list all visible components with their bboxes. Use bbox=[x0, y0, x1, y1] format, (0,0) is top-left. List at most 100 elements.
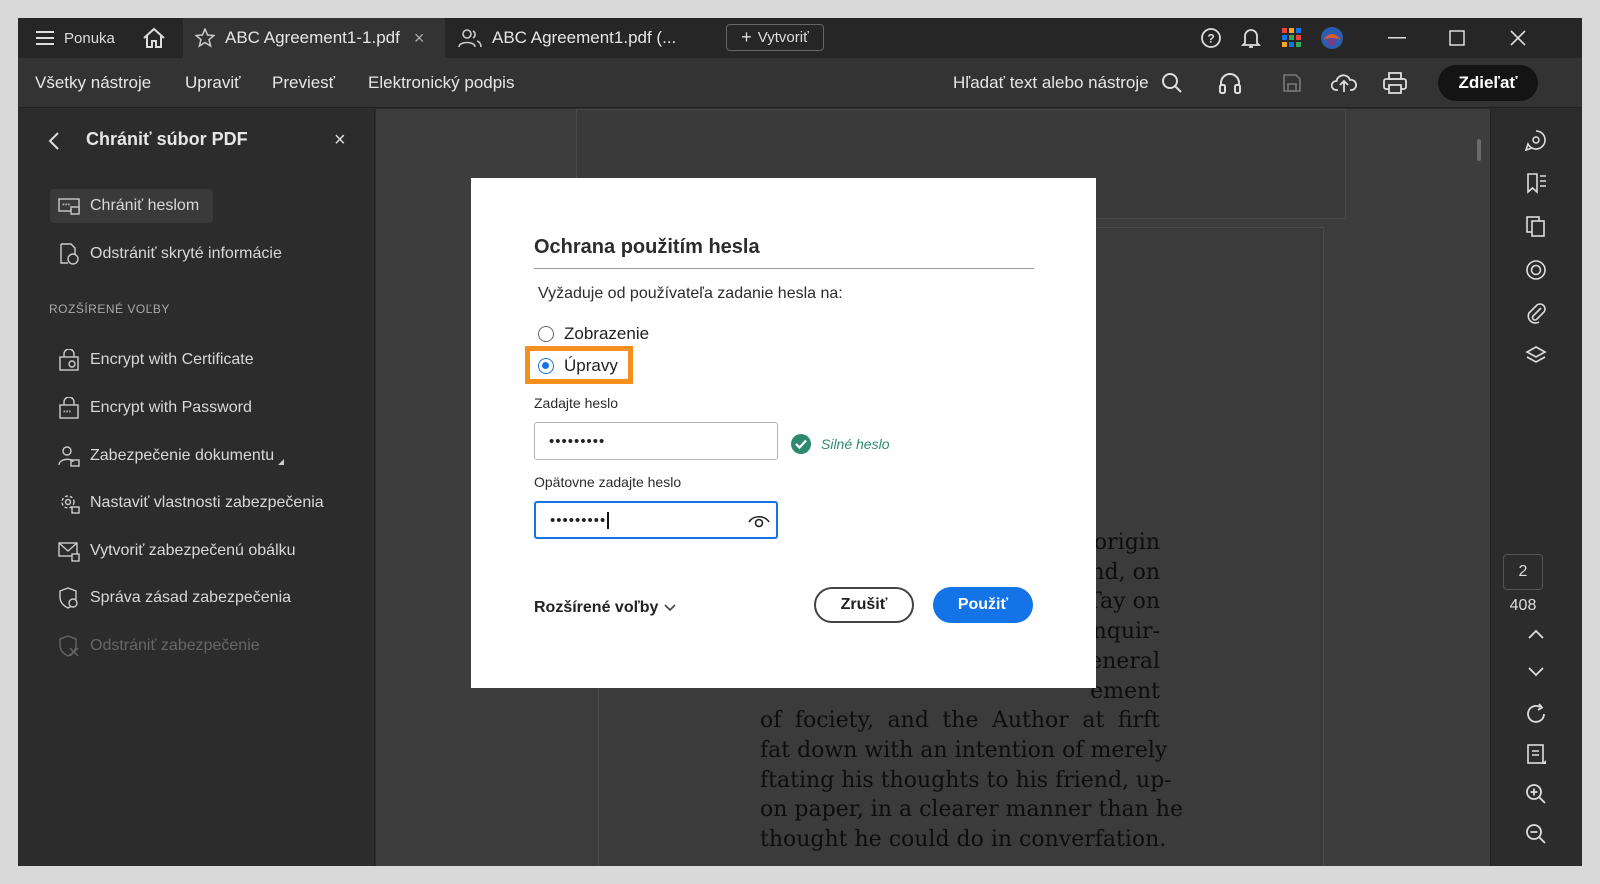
close-window-button[interactable] bbox=[1510, 18, 1526, 58]
confirm-password-field[interactable]: ••••••••• bbox=[534, 501, 778, 539]
rotate-icon bbox=[1525, 703, 1547, 725]
sidebar-item-label: Encrypt with Certificate bbox=[90, 351, 254, 368]
radio-view-circle[interactable] bbox=[538, 326, 554, 342]
close-panel-icon[interactable]: × bbox=[334, 129, 346, 152]
chevron-down-icon bbox=[664, 604, 676, 612]
advanced-options-toggle[interactable]: Rozšírené voľby bbox=[534, 599, 676, 617]
svg-text:?: ? bbox=[1207, 32, 1214, 46]
sidebar-item-security-properties[interactable]: Nastaviť vlastnosti zabezpečenia bbox=[58, 486, 324, 520]
scrollbar-thumb[interactable] bbox=[1477, 139, 1481, 161]
radio-edit[interactable]: Úpravy bbox=[538, 356, 618, 376]
menu-all-tools[interactable]: Všetky nástroje bbox=[35, 58, 151, 108]
attachments-button[interactable] bbox=[1521, 298, 1551, 328]
sidebar-item-label: Encrypt with Password bbox=[90, 399, 252, 416]
sidebar-item-label: Vytvoriť zabezpečenú obálku bbox=[90, 542, 296, 559]
show-password-eye-icon[interactable] bbox=[748, 513, 770, 529]
minimize-button[interactable] bbox=[1388, 18, 1406, 58]
upload-button[interactable] bbox=[1331, 58, 1357, 108]
app-window: Ponuka ABC Agreement1-1.pdf × ABC Agreem… bbox=[18, 18, 1582, 866]
plus-icon: + bbox=[741, 27, 752, 47]
certificate-lock-icon bbox=[58, 349, 80, 371]
tab-label: ABC Agreement1-1.pdf bbox=[225, 28, 400, 47]
maximize-button[interactable] bbox=[1449, 18, 1465, 58]
pages-icon bbox=[1525, 215, 1547, 237]
cancel-button[interactable]: Zrušiť bbox=[814, 587, 914, 623]
dialog-subtitle: Vyžaduje od používateľa zadanie hesla na… bbox=[538, 285, 843, 302]
review-button[interactable] bbox=[1521, 255, 1551, 285]
menu-bar: Všetky nástroje Upraviť Previesť Elektro… bbox=[18, 58, 1582, 108]
layers-button[interactable] bbox=[1521, 341, 1551, 371]
sidebar-item-protect-password[interactable]: *** Chrániť heslom bbox=[50, 189, 214, 223]
read-aloud-button[interactable] bbox=[1218, 58, 1242, 108]
printer-icon bbox=[1383, 72, 1407, 94]
text-line: ftating his thoughts to his friend, up- bbox=[760, 767, 1172, 793]
menu-button[interactable]: Ponuka bbox=[36, 18, 115, 58]
text-line: fat down with an intention of merely bbox=[760, 737, 1168, 763]
previous-page-button[interactable] bbox=[1521, 619, 1551, 649]
radio-edit-circle[interactable] bbox=[538, 358, 554, 374]
apps-button[interactable] bbox=[1282, 18, 1302, 58]
confirm-password-label: Opätovne zadajte heslo bbox=[534, 474, 682, 490]
hamburger-icon bbox=[36, 31, 54, 45]
password-lock-icon: *** bbox=[58, 397, 80, 419]
bell-icon bbox=[1241, 27, 1261, 49]
home-icon bbox=[142, 27, 166, 49]
home-button[interactable] bbox=[142, 18, 166, 58]
dialog-title: Ochrana použitím hesla bbox=[534, 236, 760, 258]
bookmarks-button[interactable] bbox=[1521, 168, 1551, 198]
comment-button[interactable] bbox=[1521, 125, 1551, 155]
help-icon: ? bbox=[1200, 27, 1222, 49]
chevron-down-icon bbox=[1528, 667, 1544, 677]
close-tab-icon[interactable]: × bbox=[414, 28, 425, 49]
sidebar-item-document-security[interactable]: Zabezpečenie dokumentu bbox=[58, 439, 285, 473]
sidebar-item-security-policies[interactable]: Správa zásad zabezpečenia bbox=[58, 581, 291, 615]
text-cursor bbox=[607, 511, 609, 529]
target-icon bbox=[1525, 259, 1547, 281]
avatar-icon bbox=[1320, 26, 1344, 50]
save-button[interactable] bbox=[1282, 58, 1302, 108]
star-icon[interactable] bbox=[195, 28, 215, 48]
search-tools[interactable]: Hľadať text alebo nástroje bbox=[953, 58, 1183, 108]
headphones-icon bbox=[1218, 72, 1242, 94]
minimize-icon bbox=[1388, 37, 1406, 39]
create-button[interactable]: + Vytvoriť bbox=[726, 24, 824, 51]
notifications-button[interactable] bbox=[1241, 18, 1261, 58]
menu-e-signature[interactable]: Elektronický podpis bbox=[368, 58, 514, 108]
sidebar-item-encrypt-password[interactable]: *** Encrypt with Password bbox=[58, 391, 252, 425]
page-fit-button[interactable] bbox=[1521, 739, 1551, 769]
print-button[interactable] bbox=[1383, 58, 1407, 108]
zoom-out-icon bbox=[1525, 823, 1547, 845]
radio-edit-label: Úpravy bbox=[564, 356, 618, 375]
share-button[interactable]: Zdieľať bbox=[1438, 65, 1538, 101]
help-button[interactable]: ? bbox=[1200, 18, 1222, 58]
search-icon bbox=[1161, 72, 1183, 94]
pages-button[interactable] bbox=[1521, 211, 1551, 241]
menu-edit[interactable]: Upraviť bbox=[185, 58, 241, 108]
radio-view[interactable]: Zobrazenie bbox=[538, 324, 649, 344]
sidebar-item-secure-envelope[interactable]: Vytvoriť zabezpečenú obálku bbox=[58, 534, 296, 568]
password-field[interactable]: ••••••••• bbox=[534, 422, 778, 460]
sidebar-item-label: Chrániť heslom bbox=[90, 197, 200, 214]
rotate-button[interactable] bbox=[1521, 699, 1551, 729]
page-fit-icon bbox=[1525, 743, 1547, 765]
title-divider bbox=[534, 268, 1034, 269]
next-page-button[interactable] bbox=[1521, 657, 1551, 687]
check-circle-icon bbox=[791, 434, 811, 454]
tab-agreement-1-1[interactable]: ABC Agreement1-1.pdf × bbox=[183, 18, 445, 58]
sidebar-item-encrypt-certificate[interactable]: Encrypt with Certificate bbox=[58, 343, 254, 377]
menu-convert[interactable]: Previesť bbox=[272, 58, 335, 108]
sidebar-item-remove-security: Odstrániť zabezpečenie bbox=[58, 629, 260, 663]
paperclip-icon bbox=[1525, 302, 1547, 324]
back-button[interactable] bbox=[48, 129, 60, 153]
text-line: of fociety, and the Author at firft bbox=[760, 708, 1160, 734]
sidebar-item-label: Odstrániť skryté informácie bbox=[90, 245, 282, 262]
apply-button[interactable]: Použiť bbox=[933, 587, 1033, 623]
zoom-out-button[interactable] bbox=[1521, 819, 1551, 849]
zoom-in-button[interactable] bbox=[1521, 779, 1551, 809]
user-avatar[interactable] bbox=[1320, 18, 1344, 58]
sidebar-item-remove-hidden[interactable]: Odstrániť skryté informácie bbox=[58, 237, 282, 271]
save-icon bbox=[1282, 73, 1302, 93]
tab-agreement-1[interactable]: ABC Agreement1.pdf (... bbox=[458, 18, 708, 58]
page-number-input[interactable]: 2 bbox=[1503, 554, 1543, 590]
sidebar-item-label: Správa zásad zabezpečenia bbox=[90, 589, 292, 606]
